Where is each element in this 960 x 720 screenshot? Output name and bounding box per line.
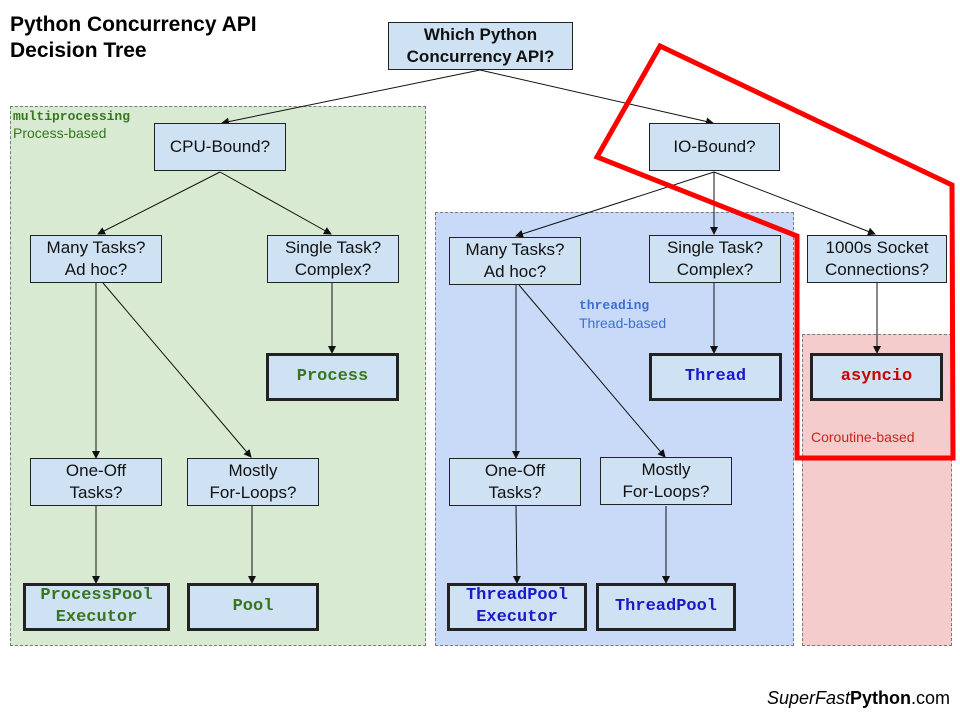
- footer-brand-italic: SuperFast: [766, 688, 850, 708]
- asyncio-path-highlight: [593, 42, 956, 461]
- footer-brand: SuperFastPython.com: [767, 688, 950, 709]
- footer-brand-bold: Python: [849, 688, 911, 708]
- footer-brand-tail: .com: [910, 688, 950, 708]
- highlight-overlay: [593, 42, 956, 461]
